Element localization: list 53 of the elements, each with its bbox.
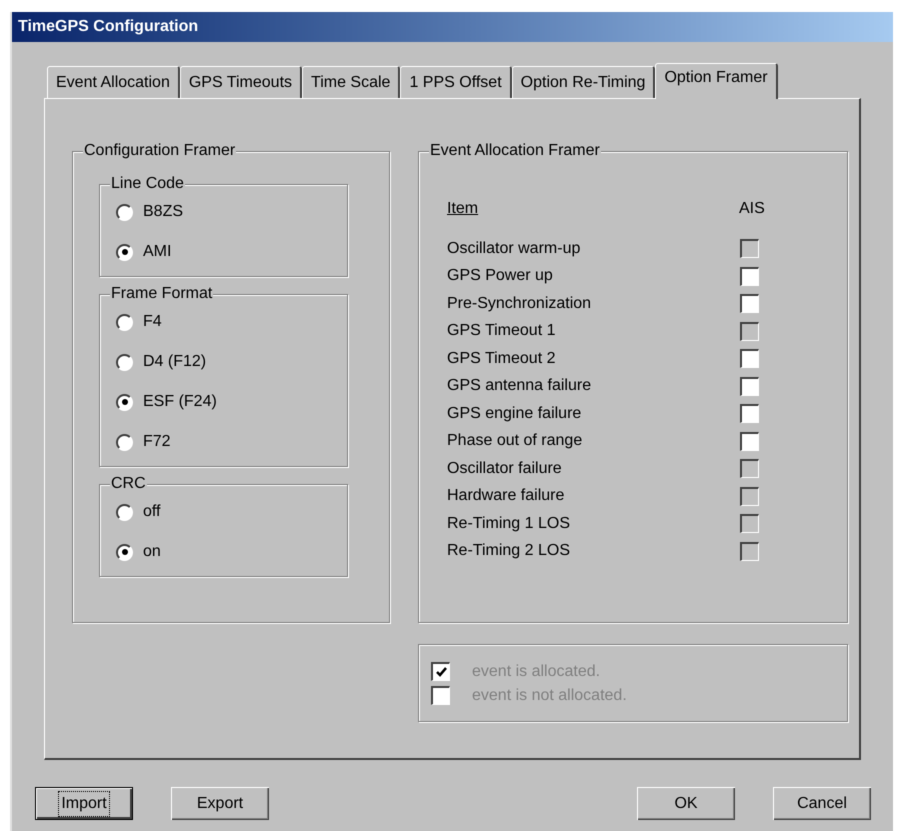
- event-label: Pre-Synchronization: [447, 294, 592, 314]
- radio-button[interactable]: [116, 244, 133, 260]
- legend-label: event is not allocated.: [472, 686, 627, 706]
- checkbox[interactable]: [740, 376, 759, 396]
- window-title: TimeGPS Configuration: [18, 17, 198, 37]
- event-label: Oscillator failure: [447, 458, 563, 479]
- radio-button[interactable]: [116, 314, 133, 330]
- radio-label: ESF (F24): [143, 392, 217, 412]
- dialog-button[interactable]: Export: [171, 787, 269, 820]
- event-label: GPS Timeout 1: [447, 321, 556, 342]
- event-label: GPS Timeout 2: [447, 348, 556, 369]
- checkbox[interactable]: [431, 662, 450, 681]
- event-label: Re-Timing 1 LOS: [447, 514, 571, 534]
- radio-label: off: [143, 502, 160, 522]
- event-label: Hardware failure: [447, 486, 566, 506]
- event-label: GPS Power up: [447, 266, 554, 286]
- event-label: GPS engine failure: [447, 404, 582, 424]
- radio-button[interactable]: [116, 354, 133, 370]
- group-title: Configuration Framer: [83, 141, 236, 161]
- event-label: Re-Timing 2 LOS: [447, 541, 571, 562]
- column-header: AIS: [739, 199, 765, 219]
- radio-label: on: [143, 542, 161, 562]
- tab[interactable]: Option Framer: [655, 63, 778, 99]
- tab[interactable]: Option Re-Timing: [512, 66, 656, 98]
- dialog-button[interactable]: Import: [35, 787, 133, 820]
- tab[interactable]: 1 PPS Offset: [400, 66, 512, 98]
- dialog-button[interactable]: Cancel: [773, 787, 871, 820]
- radio-button[interactable]: [116, 504, 133, 520]
- tab[interactable]: Time Scale: [302, 66, 400, 98]
- radio-button[interactable]: [116, 394, 133, 410]
- checkbox[interactable]: [740, 349, 759, 368]
- checkbox[interactable]: [740, 266, 759, 286]
- tab[interactable]: Event Allocation: [47, 66, 180, 98]
- radio-label: AMI: [143, 242, 172, 262]
- radio-label: D4 (F12): [143, 352, 206, 372]
- radio-label: F4: [143, 312, 162, 332]
- tab[interactable]: GPS Timeouts: [180, 66, 302, 98]
- dialog-button[interactable]: OK: [637, 787, 735, 820]
- radio-button[interactable]: [116, 204, 133, 220]
- event-label: Phase out of range: [447, 431, 584, 452]
- event-label: GPS antenna failure: [447, 376, 592, 396]
- checkbox[interactable]: [740, 294, 759, 314]
- checkmark-icon: [434, 666, 448, 678]
- radio-label: F72: [143, 432, 171, 452]
- checkbox[interactable]: [431, 686, 450, 705]
- column-header: Item: [447, 199, 480, 219]
- checkbox[interactable]: [740, 404, 759, 424]
- radio-button[interactable]: [116, 544, 133, 560]
- radio-label: B8ZS: [143, 202, 184, 222]
- legend-label: event is allocated.: [472, 662, 600, 682]
- checkbox[interactable]: [740, 432, 759, 451]
- event-label: Oscillator warm-up: [447, 238, 582, 259]
- radio-button[interactable]: [116, 434, 133, 450]
